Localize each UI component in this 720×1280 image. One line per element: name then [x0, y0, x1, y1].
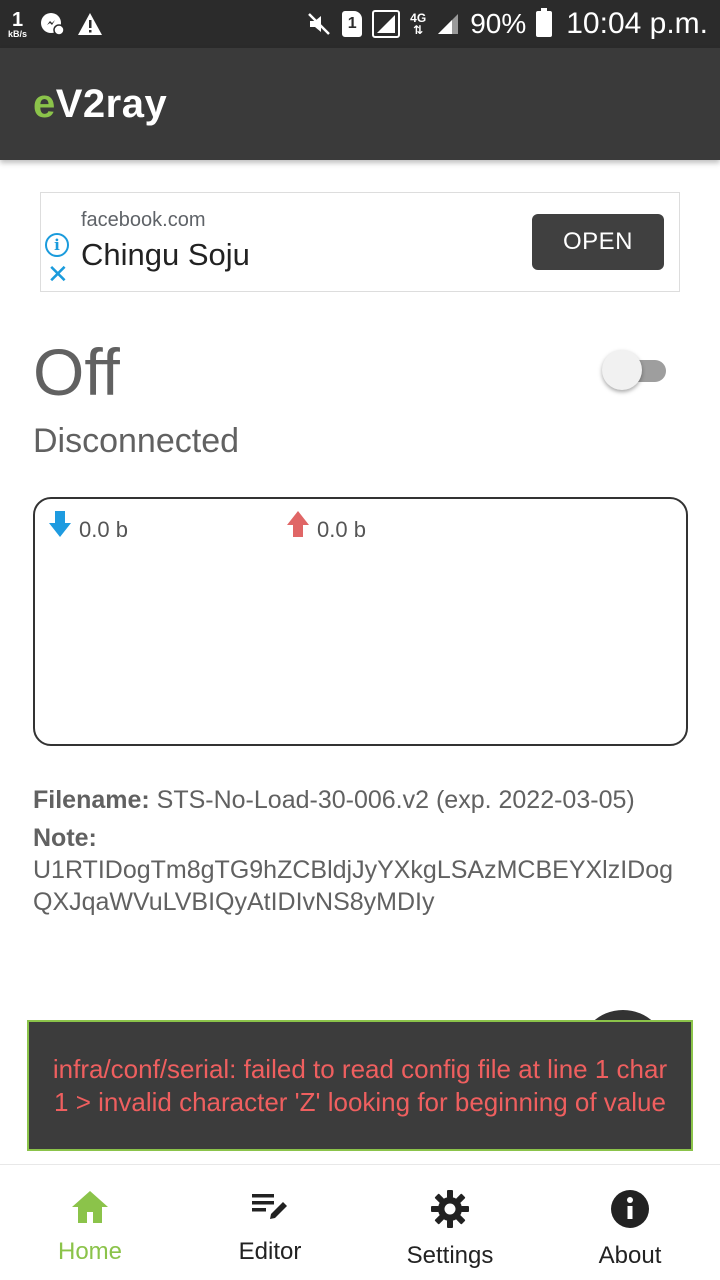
connection-status: Disconnected [33, 422, 240, 460]
ad-banner[interactable]: i ✕ facebook.com Chingu Soju OPEN [40, 192, 680, 292]
upload-value: 0.0 b [317, 517, 366, 542]
nav-about[interactable]: About [540, 1165, 720, 1280]
connection-state: Off [33, 335, 120, 409]
download-arrow-icon [47, 509, 73, 544]
filename-row: Filename: STS-No-Load-30-006.v2 (exp. 20… [33, 784, 683, 816]
filename-label: Filename: [33, 786, 150, 814]
bottom-navigation: Home Editor Settings About [0, 1164, 720, 1280]
network-speed: 1 kB/s [8, 10, 27, 39]
nav-home[interactable]: Home [0, 1165, 180, 1280]
info-icon [610, 1189, 650, 1234]
nav-home-label: Home [57, 1238, 123, 1265]
battery-percent: 90% [470, 8, 527, 39]
upload-stat: 0.0 b [285, 509, 366, 544]
toggle-thumb [602, 350, 642, 390]
download-value: 0.0 b [79, 517, 128, 542]
edit-icon [250, 1189, 290, 1230]
filename-value: STS-No-Load-30-006.v2 (exp. 2022-03-05) [156, 786, 635, 814]
network-speed-unit: kB/s [8, 28, 28, 39]
error-toast: infra/conf/serial: failed to read config… [27, 1020, 693, 1151]
signal-strength-icon [436, 12, 460, 36]
battery-icon [536, 8, 553, 37]
config-info: Filename: STS-No-Load-30-006.v2 (exp. 20… [33, 784, 683, 918]
signal-icon [372, 10, 401, 38]
nav-about-label: About [598, 1242, 662, 1269]
network-type: 4G ⇅ [410, 12, 426, 36]
nav-editor-label: Editor [238, 1238, 302, 1265]
data-activity-icon: ⇅ [413, 23, 424, 37]
note-label: Note: [33, 824, 97, 852]
ad-domain: facebook.com [81, 209, 206, 231]
status-bar: 1 kB/s 1 4G ⇅ 90% 10:04 p.m. [0, 0, 720, 48]
ad-info-icon[interactable]: i [45, 233, 69, 257]
ad-close-icon[interactable]: ✕ [47, 261, 69, 287]
ad-open-button[interactable]: OPEN [532, 214, 664, 270]
error-toast-message: infra/conf/serial: failed to read config… [52, 1053, 668, 1117]
clock: 10:04 p.m. [566, 7, 708, 40]
download-stat: 0.0 b [47, 509, 128, 544]
ad-title: Chingu Soju [81, 237, 250, 272]
messenger-notification-icon [39, 11, 65, 37]
home-icon [70, 1189, 110, 1230]
warning-icon [77, 12, 103, 36]
upload-arrow-icon [285, 509, 311, 544]
note-value: U1RTIDogTm8gTG9hZCBldjJyYXkgLSAzMCBEYXlz… [33, 856, 674, 916]
nav-editor[interactable]: Editor [180, 1165, 360, 1280]
app-title-prefix: e [33, 82, 56, 126]
app-bar: eV2ray [0, 48, 720, 160]
nav-settings-label: Settings [406, 1242, 494, 1269]
app-title-rest: V2ray [55, 82, 168, 126]
note-label-row: Note: [33, 822, 683, 854]
traffic-panel: 0.0 b 0.0 b [33, 497, 688, 746]
network-speed-value: 1 [11, 8, 24, 31]
app-title: eV2ray [33, 82, 167, 127]
connection-toggle[interactable] [602, 350, 666, 390]
mute-icon [306, 11, 332, 37]
gear-icon [430, 1189, 470, 1234]
nav-settings[interactable]: Settings [360, 1165, 540, 1280]
sim-slot-icon: 1 [342, 11, 363, 37]
